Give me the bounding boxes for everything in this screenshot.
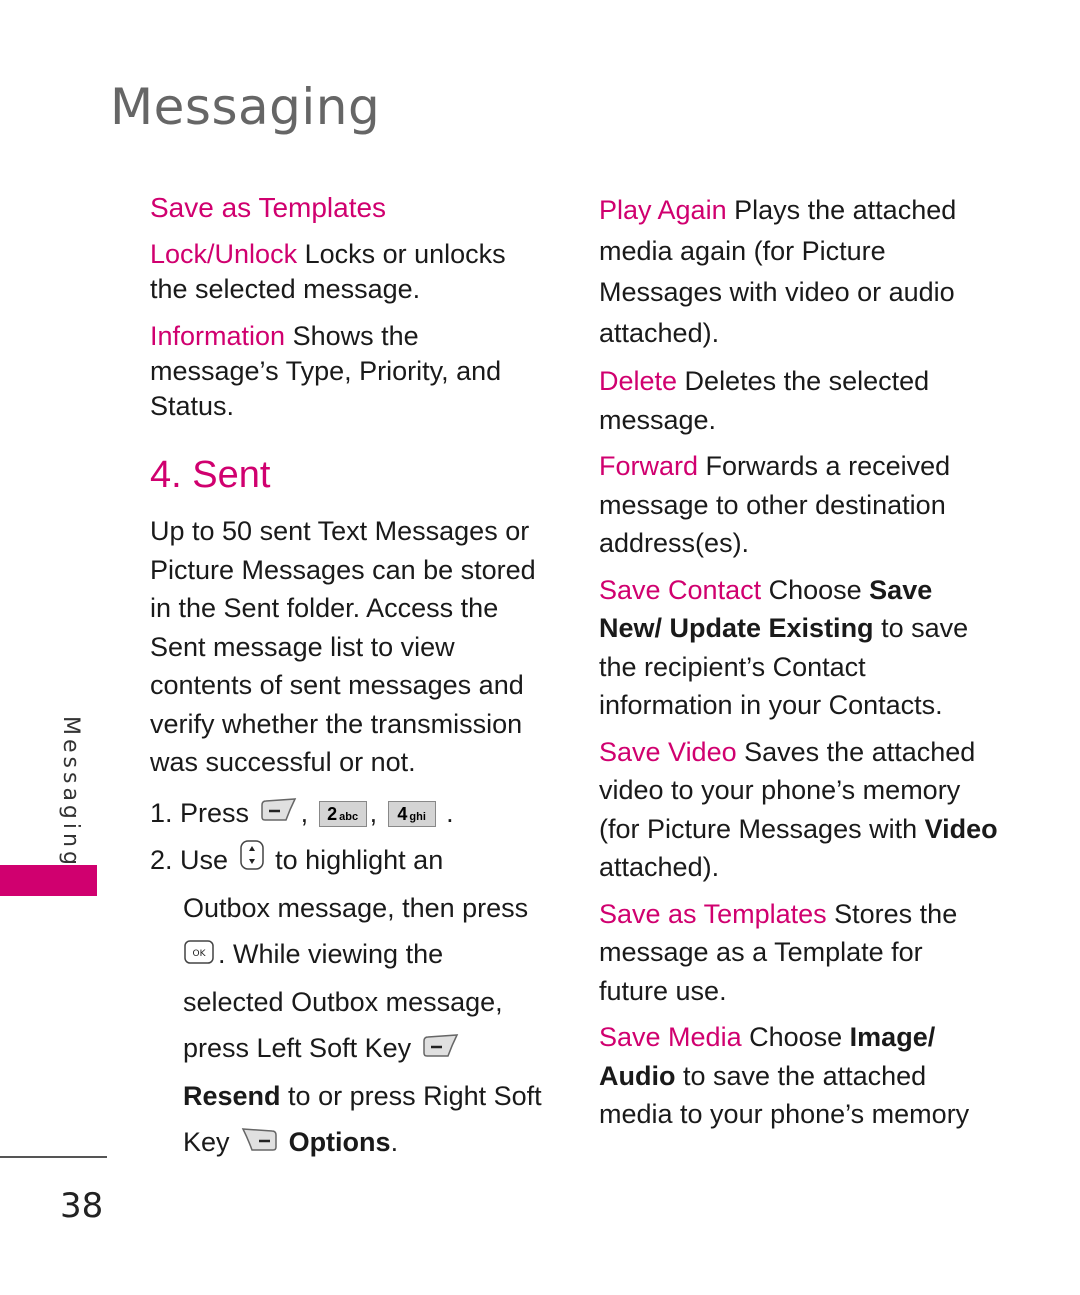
item-label: Delete — [599, 366, 678, 396]
key-4-icon: 4 ghi — [387, 801, 436, 828]
item-delete: Delete Deletes the selected message. — [599, 362, 999, 439]
left-column: Save as Templates Lock/Unlock Locks or u… — [150, 190, 550, 1167]
resend-label: Resend — [183, 1081, 281, 1111]
svg-text:OK: OK — [193, 949, 207, 959]
right-soft-key-icon — [240, 1121, 278, 1167]
step-2-line: Key Options. — [150, 1119, 550, 1167]
footer-divider — [0, 1156, 107, 1158]
page-title: Messaging — [110, 78, 381, 136]
period: . — [390, 1127, 399, 1157]
step-text: 2. Use — [150, 845, 229, 876]
options-label: Options — [288, 1127, 391, 1157]
step-2-line: press Left Soft Key — [150, 1025, 550, 1073]
item-save-as-templates: Save as Templates — [150, 190, 550, 225]
step-text: . While viewing the — [218, 939, 444, 970]
step-text: Key — [183, 1127, 230, 1157]
item-label: Save as Templates — [599, 898, 827, 929]
item-label: Save Video — [599, 736, 737, 767]
item-label: Forward — [599, 451, 699, 481]
step-2-line: selected Outbox message, — [183, 987, 503, 1018]
item-save-media: Save Media Choose Image/ Audio to save t… — [599, 1018, 999, 1134]
section-title: 4. Sent — [150, 454, 271, 496]
step-1: 1. Press , 2 abc, 4 ghi . — [150, 790, 550, 838]
step-2-line: Resend to or press Right Soft — [150, 1073, 550, 1119]
key-number: 2 — [327, 804, 338, 825]
item-forward: Forward Forwards a received message to o… — [599, 447, 999, 563]
key-number: 4 — [397, 804, 408, 825]
item-label: Save Media — [599, 1022, 742, 1052]
step-2-line: OK . While viewing the — [150, 931, 550, 979]
item-information: Information Shows the message’s Type, Pr… — [150, 319, 550, 424]
item-text: Choose — [741, 1022, 850, 1052]
key-letters: ghi — [409, 811, 426, 824]
right-column: Play Again Plays the attached media agai… — [599, 190, 999, 1142]
key-letters: abc — [339, 811, 359, 824]
item-lock-unlock: Lock/Unlock Locks or unlocks the selecte… — [150, 237, 550, 307]
key-2-icon: 2 abc — [318, 801, 367, 828]
page-number: 38 — [60, 1186, 104, 1226]
item-play-again: Play Again Plays the attached media agai… — [599, 190, 999, 354]
item-label: Lock/Unlock — [150, 239, 298, 269]
section-body: Up to 50 sent Text Messages or Picture M… — [150, 516, 536, 777]
up-down-nav-key-icon — [239, 839, 265, 885]
step-text: press Left Soft Key — [183, 1033, 412, 1064]
chapter-tab-marker — [0, 865, 97, 896]
comma: , — [369, 797, 378, 828]
step-text: to or press Right Soft — [280, 1081, 542, 1111]
item-label: Save as Templates — [150, 192, 387, 223]
item-save-as-templates: Save as Templates Stores the message as … — [599, 895, 999, 1011]
item-text: attached). — [599, 852, 720, 882]
chapter-tab-label: Messaging — [58, 716, 83, 869]
ok-key-icon: OK — [183, 933, 215, 979]
period: . — [446, 797, 454, 828]
step-text: to highlight an — [275, 845, 444, 876]
item-save-video: Save Video Saves the attached video to y… — [599, 733, 999, 887]
item-text: Choose — [761, 574, 870, 605]
comma: , — [300, 797, 309, 828]
item-label: Save Contact — [599, 574, 762, 605]
step-2: 2. Use to highlight an — [150, 837, 550, 885]
item-label: Play Again — [599, 195, 727, 225]
step-text: 1. Press — [150, 797, 250, 828]
item-save-contact: Save Contact Choose Save New/ Update Exi… — [599, 571, 999, 725]
left-soft-key-icon — [422, 1027, 460, 1073]
item-label: Information — [150, 321, 286, 351]
left-soft-key-icon — [260, 791, 298, 837]
step-2-line: Outbox message, then press — [183, 893, 529, 924]
item-bold-text: Video — [924, 813, 998, 844]
